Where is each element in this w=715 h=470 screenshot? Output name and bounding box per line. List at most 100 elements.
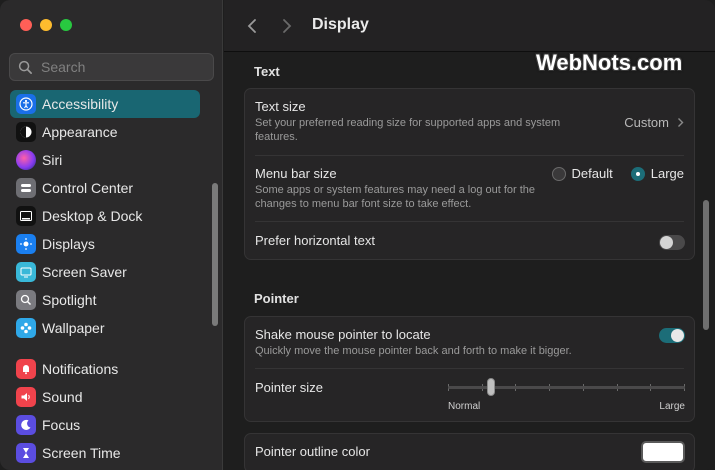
radio-default[interactable]: Default — [551, 166, 613, 181]
text-size-description: Set your preferred reading size for supp… — [255, 117, 561, 143]
sidebar-item-control-center[interactable]: Control Center — [10, 174, 200, 202]
shake-pointer-description: Quickly move the mouse pointer back and … — [255, 345, 572, 357]
sidebar-item-desktop-dock[interactable]: Desktop & Dock — [10, 202, 200, 230]
sidebar-item-label: Appearance — [42, 124, 118, 140]
sidebar-item-label: Control Center — [42, 180, 134, 196]
desktop-dock-icon — [16, 206, 36, 226]
zoom-button[interactable] — [60, 19, 72, 31]
radio-default-label: Default — [571, 166, 613, 181]
sidebar-item-label: Siri — [42, 152, 63, 168]
sidebar-item-wallpaper[interactable]: Wallpaper — [10, 314, 200, 342]
chevron-right-icon — [678, 118, 684, 127]
divider — [255, 155, 684, 156]
pointer-settings-card: Shake mouse pointer to locate Quickly mo… — [244, 316, 695, 422]
sidebar-item-accessibility[interactable]: Accessibility — [10, 90, 200, 118]
sidebar-item-label: Sound — [42, 389, 83, 405]
control-center-icon — [16, 178, 36, 198]
watermark-text: WebNots.com — [536, 50, 683, 75]
forward-button[interactable] — [277, 16, 297, 36]
divider — [255, 221, 684, 222]
sidebar-list: Accessibility Appearance Siri Control Ce… — [10, 90, 200, 467]
sidebar-item-label: Focus — [42, 417, 81, 433]
main-pane: Display WebNots.com Text Text size Set y… — [224, 0, 715, 470]
sidebar-item-label: Desktop & Dock — [42, 208, 143, 224]
wallpaper-icon — [16, 318, 36, 338]
section-title-text: Text — [254, 64, 280, 79]
radio-default-dot — [551, 166, 566, 181]
toolbar: Display — [224, 0, 715, 52]
shake-pointer-label: Shake mouse pointer to locate — [255, 327, 431, 342]
appearance-icon — [16, 122, 36, 142]
notifications-icon — [16, 359, 36, 379]
pointer-outline-card: Pointer outline color — [244, 433, 695, 470]
slider-min-label: Normal — [448, 401, 481, 412]
search-input[interactable] — [41, 59, 201, 75]
sidebar-item-focus[interactable]: Focus — [10, 411, 200, 439]
back-button[interactable] — [242, 16, 262, 36]
screen-saver-icon — [16, 262, 36, 282]
main-scrollbar[interactable] — [703, 200, 709, 330]
sidebar-item-label: Spotlight — [42, 292, 97, 308]
menu-bar-size-description: Some apps or system features may need a … — [255, 184, 536, 210]
sidebar-item-sound[interactable]: Sound — [10, 383, 200, 411]
prefer-horizontal-row: Prefer horizontal text — [255, 233, 684, 248]
sidebar-item-screen-saver[interactable]: Screen Saver — [10, 258, 200, 286]
prefer-horizontal-label: Prefer horizontal text — [255, 233, 375, 248]
minimize-button[interactable] — [40, 19, 52, 31]
shake-pointer-toggle[interactable] — [659, 328, 685, 343]
displays-icon — [16, 234, 36, 254]
pointer-size-slider[interactable]: Normal Large — [448, 377, 685, 417]
radio-large[interactable]: Large — [630, 166, 684, 181]
close-button[interactable] — [20, 19, 32, 31]
sidebar-item-label: Wallpaper — [42, 320, 105, 336]
sidebar-item-appearance[interactable]: Appearance — [10, 118, 200, 146]
search-icon — [18, 60, 32, 74]
section-title-pointer: Pointer — [254, 291, 299, 306]
slider-thumb[interactable] — [487, 378, 495, 396]
text-size-value: Custom — [624, 115, 669, 130]
sidebar-item-label: Displays — [42, 236, 95, 252]
text-size-row[interactable]: Text size Set your preferred reading siz… — [255, 99, 684, 144]
toggle-knob — [671, 329, 684, 342]
prefer-horizontal-toggle[interactable] — [659, 235, 685, 250]
slider-max-label: Large — [659, 401, 685, 412]
sidebar-item-label: Screen Time — [42, 445, 121, 461]
menu-bar-size-options: Default Large — [551, 166, 684, 181]
pointer-outline-label: Pointer outline color — [255, 444, 370, 459]
sidebar-scrollbar[interactable] — [212, 183, 218, 326]
text-settings-card: Text size Set your preferred reading siz… — [244, 88, 695, 260]
sound-icon — [16, 387, 36, 407]
menu-bar-size-row: Menu bar size Some apps or system featur… — [255, 166, 684, 211]
radio-large-dot — [630, 166, 645, 181]
sidebar-item-displays[interactable]: Displays — [10, 230, 200, 258]
window-controls — [20, 19, 72, 31]
sidebar-item-spotlight[interactable]: Spotlight — [10, 286, 200, 314]
shake-pointer-row: Shake mouse pointer to locate Quickly mo… — [255, 327, 684, 358]
siri-icon — [16, 150, 36, 170]
page-title: Display — [312, 16, 369, 33]
sidebar-item-label: Accessibility — [42, 96, 119, 112]
sidebar-item-notifications[interactable]: Notifications — [10, 355, 200, 383]
text-size-label: Text size — [255, 99, 306, 114]
sidebar-item-siri[interactable]: Siri — [10, 146, 200, 174]
pointer-outline-color-well[interactable] — [641, 441, 685, 463]
pointer-outline-row: Pointer outline color — [255, 444, 684, 459]
focus-icon — [16, 415, 36, 435]
sidebar-item-screen-time[interactable]: Screen Time — [10, 439, 200, 467]
chevron-left-icon — [247, 19, 256, 33]
text-size-value-group[interactable]: Custom — [624, 115, 684, 130]
chevron-right-icon — [283, 19, 292, 33]
sidebar: Accessibility Appearance Siri Control Ce… — [0, 0, 223, 470]
sidebar-item-label: Notifications — [42, 361, 119, 377]
slider-track — [448, 386, 685, 389]
toggle-knob — [660, 236, 673, 249]
sidebar-item-label: Screen Saver — [42, 264, 127, 280]
screen-time-icon — [16, 443, 36, 463]
accessibility-icon — [16, 94, 36, 114]
settings-window: Accessibility Appearance Siri Control Ce… — [0, 0, 715, 470]
divider — [255, 368, 684, 369]
search-field[interactable] — [9, 53, 214, 81]
radio-large-label: Large — [650, 166, 684, 181]
spotlight-icon — [16, 290, 36, 310]
